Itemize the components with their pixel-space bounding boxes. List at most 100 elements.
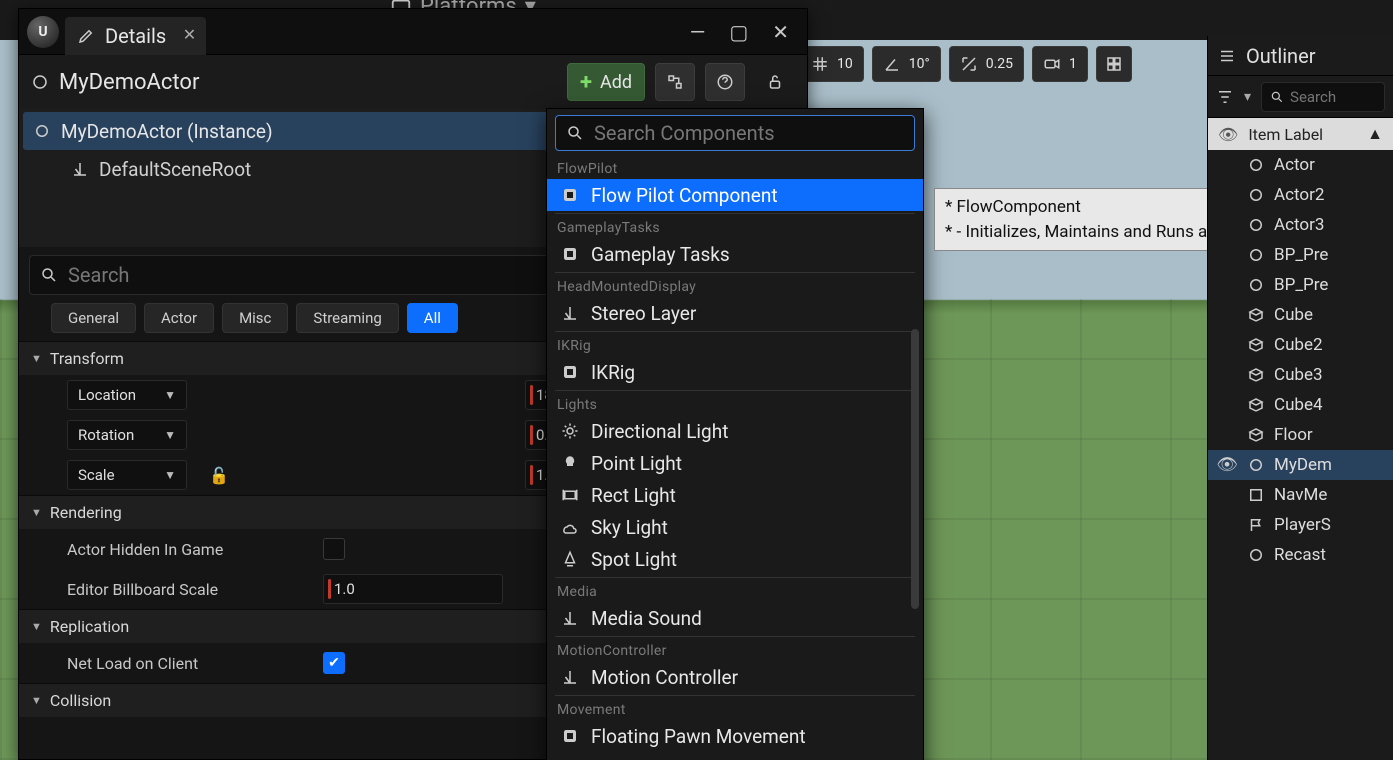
outliner-row[interactable]: Floor — [1208, 420, 1393, 450]
component-item-label: Directional Light — [591, 420, 728, 443]
outliner-row[interactable]: Actor3 — [1208, 210, 1393, 240]
outliner-row[interactable]: Actor — [1208, 150, 1393, 180]
component-item[interactable]: Point Light — [547, 447, 923, 479]
net-load-checkbox[interactable]: ✔ — [323, 652, 345, 674]
outliner-row[interactable]: BP_Pre — [1208, 270, 1393, 300]
outliner-search[interactable] — [1261, 82, 1385, 112]
component-item-label: Media Sound — [591, 607, 702, 630]
hidden-in-game-checkbox[interactable] — [323, 538, 345, 560]
blueprint-button[interactable] — [655, 63, 695, 101]
billboard-scale-field[interactable]: 1.0 — [323, 574, 503, 604]
close-tab-icon[interactable]: ✕ — [183, 25, 196, 44]
outliner-row[interactable]: Cube4 — [1208, 390, 1393, 420]
component-item[interactable]: Media Sound — [547, 602, 923, 634]
filter-streaming[interactable]: Streaming — [296, 303, 398, 333]
component-item[interactable]: Directional Light — [547, 415, 923, 447]
component-item[interactable]: IKRig — [547, 356, 923, 388]
outliner-header[interactable]: Outliner — [1208, 36, 1393, 76]
outliner-row[interactable]: Recast — [1208, 540, 1393, 570]
component-item[interactable]: Gameplay Tasks — [547, 238, 923, 270]
scale-snap-chip[interactable]: 0.25 — [949, 46, 1024, 82]
window-titlebar[interactable]: U Details ✕ — ▢ ✕ — [19, 9, 807, 55]
component-item[interactable]: Flow Pilot Component — [547, 179, 923, 211]
component-item[interactable]: Rect Light — [547, 479, 923, 511]
component-category: HeadMountedDisplay — [547, 275, 923, 297]
sphere-icon — [1246, 275, 1266, 295]
component-category: GameplayTasks — [547, 216, 923, 238]
details-tab[interactable]: Details ✕ — [65, 17, 206, 55]
outliner-row[interactable]: BP_Pre — [1208, 240, 1393, 270]
chevron-down-icon[interactable]: ▾ — [1244, 89, 1251, 105]
add-component-button[interactable]: + Add — [567, 63, 645, 101]
sky-icon — [559, 516, 581, 538]
component-item[interactable]: Stereo Layer — [547, 297, 923, 329]
filter-icon[interactable] — [1216, 88, 1234, 106]
component-item-label: Stereo Layer — [591, 302, 696, 325]
filter-actor[interactable]: Actor — [144, 303, 214, 333]
filter-all[interactable]: All — [407, 303, 458, 333]
location-dropdown[interactable]: Location▼ — [67, 380, 187, 410]
outliner-panel: Outliner ▾ 👁 Item Label ▲ Actor Actor2 Act… — [1207, 36, 1393, 760]
close-window-button[interactable]: ✕ — [772, 20, 789, 44]
divider — [555, 213, 915, 214]
lock-button[interactable] — [755, 63, 795, 101]
camera-icon — [1043, 55, 1061, 73]
outliner-row[interactable]: Actor2 — [1208, 180, 1393, 210]
chevron-down-icon: ▼ — [164, 428, 176, 442]
filter-misc[interactable]: Misc — [222, 303, 288, 333]
outliner-row-label: Actor — [1274, 155, 1315, 175]
outliner-row[interactable]: Cube3 — [1208, 360, 1393, 390]
component-item[interactable]: Motion Controller — [547, 661, 923, 693]
sphere-icon — [1246, 185, 1266, 205]
divider — [555, 331, 915, 332]
grid-snap-chip[interactable]: 10 — [800, 46, 864, 82]
actor-sphere-icon — [33, 122, 51, 140]
outliner-search-input[interactable] — [1290, 88, 1376, 106]
sun-icon — [559, 420, 581, 442]
rotation-dropdown[interactable]: Rotation▼ — [67, 420, 187, 450]
component-item-label: Sky Light — [591, 516, 668, 539]
flag-icon — [1246, 515, 1266, 535]
component-item[interactable]: Sky Light — [547, 511, 923, 543]
minimize-button[interactable]: — — [690, 20, 706, 44]
outliner-row-label: Actor2 — [1274, 185, 1324, 205]
outliner-title: Outliner — [1246, 44, 1315, 68]
component-search-input[interactable] — [594, 121, 904, 145]
viewport-layout-button[interactable] — [1096, 46, 1132, 82]
popup-scrollbar[interactable] — [911, 329, 919, 609]
help-button[interactable] — [705, 63, 745, 101]
lock-scale-icon[interactable]: 🔓 — [203, 466, 235, 485]
scale-dropdown[interactable]: Scale▼ — [67, 460, 187, 490]
add-component-popup: FlowPilotFlow Pilot ComponentGameplayTas… — [546, 108, 924, 760]
component-category: Lights — [547, 393, 923, 415]
visibility-toggle[interactable]: 👁 — [1216, 455, 1238, 475]
component-item-label: Spot Light — [591, 548, 677, 571]
outliner-row[interactable]: PlayerS — [1208, 510, 1393, 540]
component-item-label: Interp To Movement — [591, 757, 760, 760]
outliner-row-label: Cube4 — [1274, 395, 1323, 415]
search-icon — [566, 124, 584, 142]
component-item[interactable]: Spot Light — [547, 543, 923, 575]
flow-icon — [559, 243, 581, 265]
maximize-button[interactable]: ▢ — [729, 20, 748, 44]
outliner-row-label: BP_Pre — [1274, 245, 1328, 265]
outliner-row[interactable]: NavMe — [1208, 480, 1393, 510]
details-tab-title: Details — [105, 24, 166, 48]
outliner-row-label: Recast — [1274, 545, 1326, 565]
component-item[interactable]: Floating Pawn Movement — [547, 720, 923, 752]
filter-general[interactable]: General — [51, 303, 136, 333]
component-item[interactable]: Interp To Movement — [547, 752, 923, 760]
chevron-down-icon: ▼ — [31, 620, 42, 633]
expand-icon — [960, 55, 978, 73]
outliner-row[interactable]: Cube2 — [1208, 330, 1393, 360]
outliner-list: ActorActor2Actor3BP_PreBP_PreCubeCube2Cu… — [1208, 150, 1393, 760]
outliner-column-header[interactable]: 👁 Item Label ▲ — [1208, 118, 1393, 150]
outliner-row[interactable]: Cube — [1208, 300, 1393, 330]
angle-snap-chip[interactable]: 10° — [872, 46, 941, 82]
camera-speed-chip[interactable]: 1 — [1032, 46, 1088, 82]
component-category: MotionController — [547, 639, 923, 661]
component-item-label: Motion Controller — [591, 666, 738, 689]
component-search[interactable] — [555, 115, 915, 151]
outliner-row[interactable]: 👁MyDem — [1208, 450, 1393, 480]
plus-icon: + — [580, 70, 592, 95]
